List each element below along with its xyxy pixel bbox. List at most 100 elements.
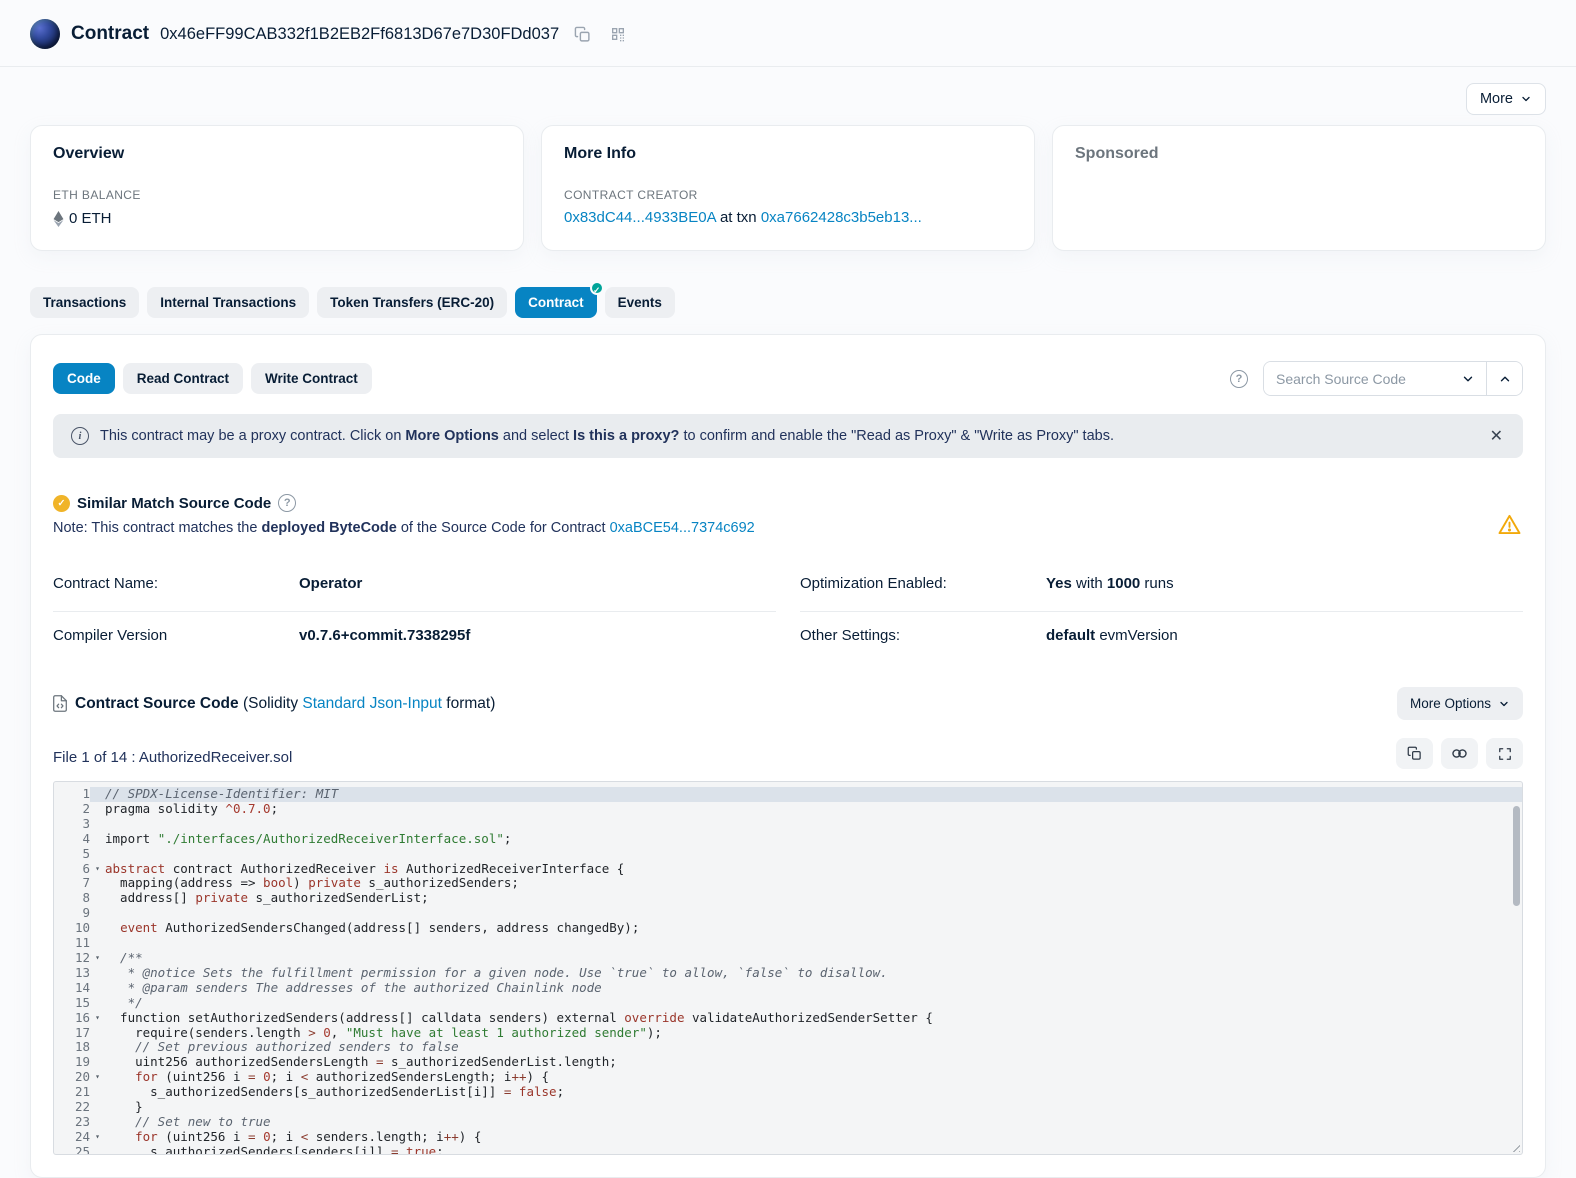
detail-row: Contract Name:Operator xyxy=(53,560,776,611)
similar-note-segment: deployed ByteCode xyxy=(261,520,396,536)
expand-button[interactable] xyxy=(1486,738,1523,769)
expand-icon xyxy=(1498,747,1512,761)
code-line: 12▾ /** xyxy=(54,951,1522,966)
similar-match-section: ✓ Similar Match Source Code ? Note: This… xyxy=(53,494,1523,536)
tab-internal-transactions[interactable]: Internal Transactions xyxy=(147,287,309,318)
detail-row: Optimization Enabled:Yes with 1000 runs xyxy=(800,560,1523,611)
similar-match-help-icon[interactable]: ? xyxy=(278,494,296,512)
detail-label: Optimization Enabled: xyxy=(800,575,1046,592)
detail-value-segment: Yes xyxy=(1046,575,1072,592)
fold-spacer xyxy=(90,1145,105,1155)
chevron-up-icon xyxy=(1498,372,1512,386)
json-input-format-link[interactable]: Standard Json-Input xyxy=(302,695,442,712)
proxy-notice-segment: This contract may be a proxy contract. C… xyxy=(100,428,405,444)
code-text: * @notice Sets the fulfillment permissio… xyxy=(105,966,1522,981)
code-text: /** xyxy=(105,951,1522,966)
source-title-segment: Contract Source Code xyxy=(75,695,239,712)
detail-label: Compiler Version xyxy=(53,627,299,644)
contract-avatar xyxy=(30,19,60,49)
tab-transactions[interactable]: Transactions xyxy=(30,287,139,318)
copy-address-button[interactable] xyxy=(570,24,595,45)
line-number: 17 xyxy=(54,1026,90,1041)
copy-source-button[interactable] xyxy=(1396,738,1433,769)
tab-token-transfers-erc-20[interactable]: Token Transfers (ERC-20) xyxy=(317,287,507,318)
info-icon: i xyxy=(71,427,89,445)
page-title: Contract xyxy=(71,23,149,45)
line-number: 18 xyxy=(54,1040,90,1055)
line-number: 5 xyxy=(54,847,90,862)
code-line: 25 s_authorizedSenders[senders[i]] = tru… xyxy=(54,1145,1522,1155)
fold-toggle-icon[interactable]: ▾ xyxy=(90,862,105,877)
detail-value-segment: runs xyxy=(1140,575,1173,592)
line-number: 24 xyxy=(54,1130,90,1145)
proxy-notice-banner: i This contract may be a proxy contract.… xyxy=(53,414,1523,458)
code-line: 13 * @notice Sets the fulfillment permis… xyxy=(54,966,1522,981)
fold-spacer xyxy=(90,921,105,936)
creator-address-link[interactable]: 0x83dC44...4933BE0A xyxy=(564,209,716,226)
fold-toggle-icon[interactable]: ▾ xyxy=(90,1011,105,1026)
subtab-code[interactable]: Code xyxy=(53,363,115,394)
contract-details: Contract Name:OperatorCompiler Versionv0… xyxy=(53,560,1523,663)
tab-contract[interactable]: Contract✓ xyxy=(515,287,597,318)
code-line: 9 xyxy=(54,906,1522,921)
code-text: address[] private s_authorizedSenderList… xyxy=(105,891,1522,906)
code-line: 10 event AuthorizedSendersChanged(addres… xyxy=(54,921,1522,936)
code-text: } xyxy=(105,1100,1522,1115)
code-text xyxy=(105,817,1522,832)
fold-spacer xyxy=(90,996,105,1011)
more-button[interactable]: More xyxy=(1466,83,1546,115)
details-left-column: Contract Name:OperatorCompiler Versionv0… xyxy=(53,560,776,663)
subtab-read-contract[interactable]: Read Contract xyxy=(123,363,243,394)
code-text: mapping(address => bool) private s_autho… xyxy=(105,876,1522,891)
fold-toggle-icon[interactable]: ▾ xyxy=(90,1130,105,1145)
search-next-button[interactable] xyxy=(1450,362,1486,395)
line-number: 13 xyxy=(54,966,90,981)
code-line: 23 // Set new to true xyxy=(54,1115,1522,1130)
proxy-notice-segment: to confirm and enable the "Read as Proxy… xyxy=(679,428,1114,444)
fold-toggle-icon[interactable]: ▾ xyxy=(90,951,105,966)
detail-value-segment: with xyxy=(1072,575,1107,592)
similar-note-segment: Note: This contract matches the xyxy=(53,520,261,536)
code-text: s_authorizedSenders[senders[i]] = true; xyxy=(105,1145,1522,1155)
code-scrollbar[interactable] xyxy=(1513,806,1520,906)
page-header: Contract 0x46eFF99CAB332f1B2EB2Ff6813D67… xyxy=(0,0,1576,67)
fold-spacer xyxy=(90,1026,105,1041)
fold-spacer xyxy=(90,936,105,951)
qr-code-button[interactable] xyxy=(606,24,630,44)
line-number: 10 xyxy=(54,921,90,936)
creation-txn-link[interactable]: 0xa7662428c3b5eb13... xyxy=(761,209,922,226)
fold-toggle-icon[interactable]: ▾ xyxy=(90,1070,105,1085)
fold-spacer xyxy=(90,981,105,996)
more-options-button[interactable]: More Options xyxy=(1397,687,1523,720)
search-help-icon[interactable]: ? xyxy=(1230,370,1248,388)
fold-spacer xyxy=(90,832,105,847)
detail-value-segment: default xyxy=(1046,627,1095,644)
overview-title: Overview xyxy=(53,145,501,163)
source-code-editor[interactable]: 1// SPDX-License-Identifier: MIT2pragma … xyxy=(53,781,1523,1155)
source-search-group xyxy=(1263,361,1523,396)
matched-contract-link[interactable]: 0xaBCE54...7374c692 xyxy=(610,520,755,536)
code-text: function setAuthorizedSenders(address[] … xyxy=(105,1011,1522,1026)
detail-row: Compiler Versionv0.7.6+commit.7338295f xyxy=(53,611,776,663)
contract-creator-label: CONTRACT CREATOR xyxy=(564,188,1012,202)
similar-note-segment: of the Source Code for Contract xyxy=(397,520,610,536)
chevron-down-icon xyxy=(1498,698,1510,710)
close-notice-button[interactable]: ✕ xyxy=(1488,426,1505,446)
fold-spacer xyxy=(90,876,105,891)
subtab-write-contract[interactable]: Write Contract xyxy=(251,363,372,394)
search-source-code-input[interactable] xyxy=(1264,362,1450,395)
permalink-button[interactable] xyxy=(1441,738,1478,769)
chevron-down-icon xyxy=(1461,372,1475,386)
tab-events[interactable]: Events xyxy=(605,287,675,318)
code-line: 1// SPDX-License-Identifier: MIT xyxy=(54,787,1522,802)
line-number: 14 xyxy=(54,981,90,996)
search-prev-button[interactable] xyxy=(1486,362,1522,395)
at-txn-text: at txn xyxy=(716,209,761,226)
detail-value: default evmVersion xyxy=(1046,627,1178,644)
code-text: // Set previous authorized senders to fa… xyxy=(105,1040,1522,1055)
code-text: for (uint256 i = 0; i < senders.length; … xyxy=(105,1130,1522,1145)
detail-value-segment: Operator xyxy=(299,575,362,592)
detail-label: Contract Name: xyxy=(53,575,299,592)
match-badge-icon: ✓ xyxy=(53,495,70,512)
page-body: More Overview ETH BALANCE 0 ETH More Inf… xyxy=(0,83,1576,1178)
